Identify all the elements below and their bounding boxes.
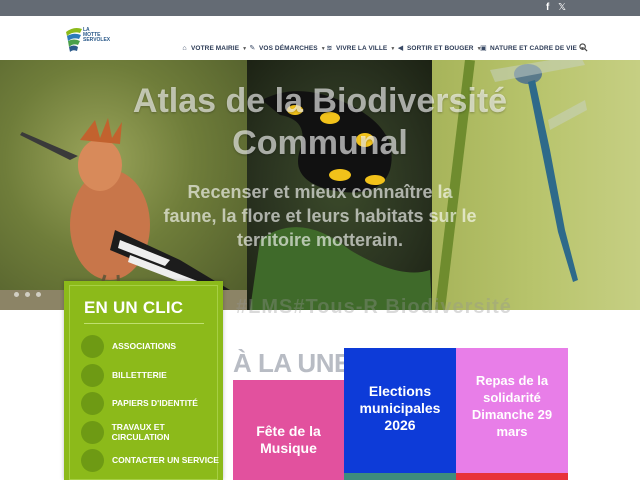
quick-link-associations[interactable]: ASSOCIATIONS bbox=[81, 334, 176, 358]
city-hall-icon: ⌂ bbox=[182, 45, 187, 52]
quick-link-label: ASSOCIATIONS bbox=[112, 341, 177, 351]
nav-item-label: VOS DÉMARCHES bbox=[259, 45, 318, 52]
quick-link-billetterie[interactable]: BILLETTERIE bbox=[81, 363, 167, 387]
slider-dot[interactable] bbox=[14, 292, 19, 297]
news-card-title: Fête de la Musique bbox=[256, 423, 321, 456]
chevron-down-icon: ▼ bbox=[242, 45, 248, 52]
hashtag-ghost-text: #LMS#Tous-R Biodiversité bbox=[236, 296, 512, 318]
hero-title: Atlas de la Biodiversité Communal bbox=[132, 82, 508, 162]
nav-item-vos-demarches[interactable]: ✎ VOS DÉMARCHES ▼ bbox=[249, 45, 326, 52]
quick-link-label: PAPIERS D'IDENTITÉ bbox=[112, 398, 198, 408]
site-header: LA MOTTE SERVOLEX ⌂ VOTRE MAIRIE ▼ ✎ VOS… bbox=[0, 16, 640, 60]
quick-link-papiers-identite[interactable]: PAPIERS D'IDENTITÉ bbox=[81, 391, 198, 415]
nav-item-label: VIVRE LA VILLE bbox=[336, 45, 388, 52]
nav-item-sortir-et-bouger[interactable]: ◀ SORTIR ET BOUGER ▼ bbox=[397, 45, 482, 52]
hero-subtitle: Recenser et mieux connaître la faune, la… bbox=[163, 182, 477, 250]
news-heading: À LA UNE bbox=[233, 348, 351, 378]
quick-links-title: EN UN CLIC bbox=[84, 298, 184, 317]
link-bullet-icon bbox=[81, 334, 104, 358]
news-card-title: Repas de la solidarité Dimanche 29 mars bbox=[471, 373, 553, 439]
signal-icon: ≋ bbox=[326, 45, 333, 52]
hero-slider[interactable]: Atlas de la Biodiversité Communal Recens… bbox=[0, 60, 640, 310]
search-icon[interactable] bbox=[579, 43, 588, 52]
nav-item-label: SORTIR ET BOUGER bbox=[407, 45, 474, 52]
link-bullet-icon bbox=[81, 448, 104, 472]
quick-links-divider bbox=[84, 323, 204, 324]
link-bullet-icon bbox=[81, 420, 104, 444]
slider-dot[interactable] bbox=[36, 292, 41, 297]
quick-link-label: BILLETTERIE bbox=[112, 370, 167, 380]
chevron-down-icon: ▼ bbox=[390, 45, 396, 52]
slider-dot[interactable] bbox=[25, 292, 30, 297]
x-twitter-icon[interactable]: 𝕏 bbox=[558, 1, 566, 15]
quick-link-label: CONTACTER UN SERVICE bbox=[112, 455, 219, 465]
news-card-fete-musique[interactable]: Fête de la Musique bbox=[233, 380, 344, 480]
link-bullet-icon bbox=[81, 391, 104, 415]
nav-item-nature-cadre-de-vie[interactable]: ▣ NATURE ET CADRE DE VIE ▼ bbox=[480, 45, 585, 52]
news-card-image-strip bbox=[456, 473, 568, 480]
quick-link-label: TRAVAUX ET CIRCULATION bbox=[111, 422, 170, 442]
news-card-repas-solidarite[interactable]: Repas de la solidarité Dimanche 29 mars bbox=[456, 348, 568, 480]
quick-link-contacter-service[interactable]: CONTACTER UN SERVICE bbox=[81, 448, 219, 472]
link-bullet-icon bbox=[81, 363, 104, 387]
nav-item-votre-mairie[interactable]: ⌂ VOTRE MAIRIE ▼ bbox=[181, 45, 247, 52]
news-card-image-strip bbox=[344, 473, 456, 480]
quick-links-panel: EN UN CLIC ASSOCIATIONS BILLETTERIE PAPI… bbox=[64, 281, 223, 480]
nav-item-label: VOTRE MAIRIE bbox=[191, 45, 240, 52]
quick-link-travaux-circulation[interactable]: TRAVAUX ET CIRCULATION bbox=[81, 420, 223, 444]
news-card-title: Elections municipales 2026 bbox=[359, 382, 441, 433]
nav-item-vivre-la-ville[interactable]: ≋ VIVRE LA VILLE ▼ bbox=[326, 45, 396, 52]
megaphone-icon: ◀ bbox=[397, 45, 404, 52]
image-icon: ▣ bbox=[480, 45, 487, 52]
logo-text: LA MOTTE SERVOLEX bbox=[83, 27, 111, 43]
pen-icon: ✎ bbox=[249, 45, 256, 52]
news-card-elections[interactable]: Elections municipales 2026 bbox=[344, 348, 456, 480]
facebook-icon[interactable]: f bbox=[546, 1, 549, 15]
nav-item-label: NATURE ET CADRE DE VIE bbox=[490, 45, 577, 52]
top-bar: f 𝕏 bbox=[0, 0, 640, 16]
slider-dots bbox=[14, 292, 41, 297]
